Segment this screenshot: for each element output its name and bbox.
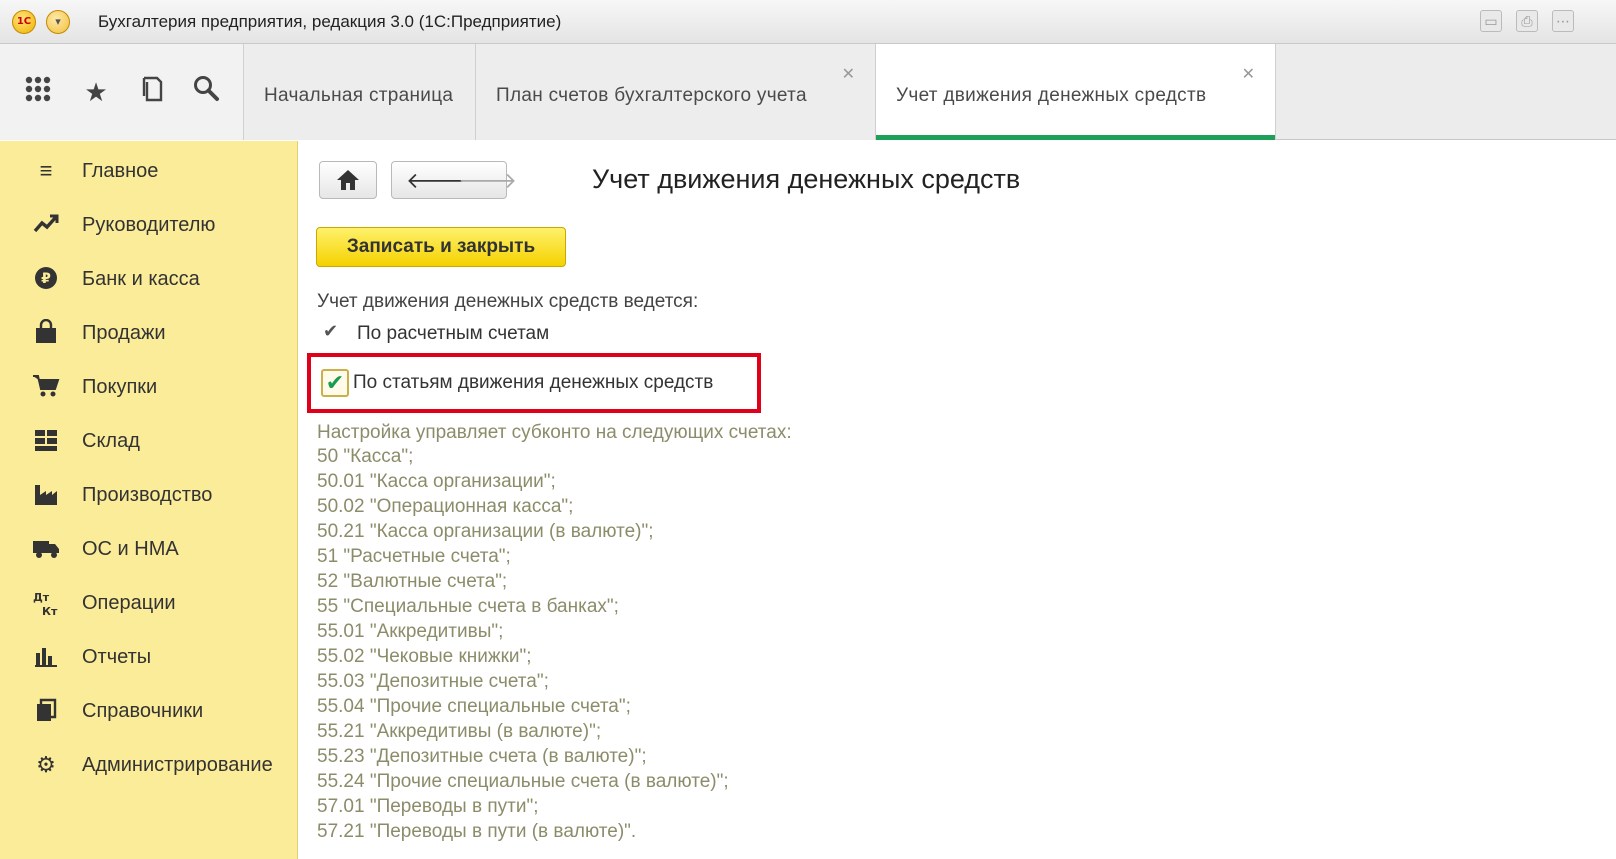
trend-icon — [32, 211, 60, 239]
accounts-list: 50 "Касса"; 50.01 "Касса организации"; 5… — [317, 446, 729, 846]
form-area: 🡐 🡒 Учет движения денежных средств Запис… — [299, 141, 1616, 859]
sidebar-item-director[interactable]: Руководителю — [0, 205, 298, 245]
sidebar-item-bank[interactable]: ₽ Банк и касса — [0, 259, 298, 299]
sidebar-item-catalogs[interactable]: Справочники — [0, 691, 298, 731]
shopping-bag-icon — [32, 318, 60, 347]
more-icon[interactable]: ⋯ — [1552, 10, 1574, 32]
apps-grid-icon[interactable] — [20, 74, 56, 110]
ruble-coin-icon: ₽ — [32, 265, 60, 293]
main-menu-button[interactable]: ▾ — [46, 10, 70, 34]
sidebar-item-label: ОС и НМА — [82, 538, 179, 560]
sidebar-item-label: Главное — [82, 160, 159, 182]
home-icon — [333, 168, 363, 198]
checkmark-icon: ✔ — [323, 321, 339, 341]
list-item: 55.21 "Аккредитивы (в валюте)"; — [317, 721, 602, 742]
factory-icon — [32, 481, 60, 509]
sidebar-item-label: Банк и касса — [82, 268, 200, 290]
list-item: 51 "Расчетные счета"; — [317, 546, 511, 567]
list-item: 50.21 "Касса организации (в валюте)"; — [317, 521, 654, 542]
dt-kt-icon: Дт Кт — [32, 589, 60, 618]
list-item: 55.01 "Аккредитивы"; — [317, 621, 504, 642]
sidebar-item-label: Операции — [82, 592, 176, 614]
sidebar-item-fixed-assets[interactable]: ОС и НМА — [0, 529, 298, 569]
cart-icon — [32, 373, 60, 401]
tab-chart-of-accounts[interactable]: План счетов бухгалтерского учета ✕ — [476, 44, 876, 140]
app-logo[interactable]: 1С — [12, 10, 36, 34]
tab-label: Учет движения денежных средств — [896, 85, 1207, 106]
list-item: 55.03 "Депозитные счета"; — [317, 671, 549, 692]
list-item: 55 "Специальные счета в банках"; — [317, 596, 619, 617]
svg-text:₽: ₽ — [41, 271, 51, 287]
save-icon[interactable]: ▭ — [1480, 10, 1502, 32]
list-item: 57.21 "Переводы в пути (в валюте)". — [317, 821, 637, 842]
print-icon[interactable]: ⎙ — [1516, 10, 1538, 32]
truck-icon — [32, 535, 60, 563]
sidebar-item-sales[interactable]: Продажи — [0, 313, 298, 353]
title-bar: 1С ▾ Бухгалтерия предприятия, редакция 3… — [0, 0, 1616, 44]
save-and-close-button[interactable]: Записать и закрыть — [316, 227, 566, 267]
home-button[interactable] — [319, 161, 377, 199]
tab-bar: ★ Начальная страница План счетов бухгалт… — [0, 44, 1616, 140]
tab-label: Начальная страница — [264, 85, 454, 106]
sidebar-item-label: Покупки — [82, 376, 158, 398]
sidebar-item-label: Отчеты — [82, 646, 152, 668]
menu-lines-icon: ≡ — [39, 158, 53, 183]
tab-label: План счетов бухгалтерского учета — [496, 85, 807, 106]
accounts-note: Настройка управляет субконто на следующи… — [317, 422, 792, 443]
settlement-accounts-option: По расчетным счетам — [357, 323, 550, 344]
list-item: 50.01 "Касса организации"; — [317, 471, 556, 492]
sidebar: ≡ Главное Руководителю ₽ Банк и касса Пр… — [0, 141, 298, 859]
cash-flow-items-label[interactable]: По статьям движения денежных средств — [353, 372, 713, 394]
sidebar-item-label: Справочники — [82, 700, 204, 722]
tab-cash-flow[interactable]: Учет движения денежных средств ✕ — [876, 44, 1276, 140]
svg-text:Дт: Дт — [33, 591, 50, 604]
sidebar-item-operations[interactable]: Дт Кт Операции — [0, 583, 298, 623]
back-arrow-icon[interactable]: 🡐 — [406, 168, 465, 194]
close-icon[interactable]: ✕ — [1242, 64, 1255, 84]
list-item: 50.02 "Операционная касса"; — [317, 496, 574, 517]
search-icon[interactable] — [188, 74, 224, 110]
sidebar-item-warehouse[interactable]: Склад — [0, 421, 298, 461]
list-item: 55.04 "Прочие специальные счета"; — [317, 696, 631, 717]
sidebar-item-main[interactable]: ≡ Главное — [0, 151, 298, 191]
history-navigation: 🡐 🡒 — [391, 161, 517, 199]
active-tab-indicator — [876, 135, 1275, 140]
bar-chart-icon — [32, 643, 60, 671]
cash-flow-items-checkbox[interactable]: ✔ — [321, 369, 349, 397]
gear-icon: ⚙ — [36, 752, 56, 777]
warehouse-grid-icon — [32, 427, 60, 455]
sidebar-item-label: Производство — [82, 484, 213, 506]
books-icon — [32, 697, 60, 725]
tab-home[interactable]: Начальная страница — [244, 44, 476, 140]
sidebar-item-label: Склад — [82, 430, 140, 452]
sidebar-item-label: Продажи — [82, 322, 166, 344]
history-icon[interactable] — [134, 74, 170, 110]
sidebar-item-reports[interactable]: Отчеты — [0, 637, 298, 677]
sidebar-item-administration[interactable]: ⚙ Администрирование — [0, 745, 298, 785]
favorites-star-icon[interactable]: ★ — [78, 74, 114, 110]
cash-flow-intro-label: Учет движения денежных средств ведется: — [317, 291, 699, 312]
sidebar-item-label: Администрирование — [82, 754, 273, 776]
close-icon[interactable]: ✕ — [842, 64, 855, 84]
list-item: 55.23 "Депозитные счета (в валюте)"; — [317, 746, 647, 767]
list-item: 52 "Валютные счета"; — [317, 571, 508, 592]
sidebar-item-purchases[interactable]: Покупки — [0, 367, 298, 407]
sidebar-item-label: Руководителю — [82, 214, 216, 236]
list-item: 50 "Касса"; — [317, 446, 414, 467]
list-item: 55.02 "Чековые книжки"; — [317, 646, 532, 667]
sidebar-item-production[interactable]: Производство — [0, 475, 298, 515]
list-item: 57.01 "Переводы в пути"; — [317, 796, 539, 817]
window-title: Бухгалтерия предприятия, редакция 3.0 (1… — [98, 12, 562, 31]
forward-arrow-icon[interactable]: 🡒 — [458, 168, 517, 194]
page-title: Учет движения денежных средств — [592, 164, 1021, 194]
list-item: 55.24 "Прочие специальные счета (в валют… — [317, 771, 729, 792]
quick-tools: ★ — [0, 44, 244, 140]
svg-text:Кт: Кт — [42, 605, 58, 617]
